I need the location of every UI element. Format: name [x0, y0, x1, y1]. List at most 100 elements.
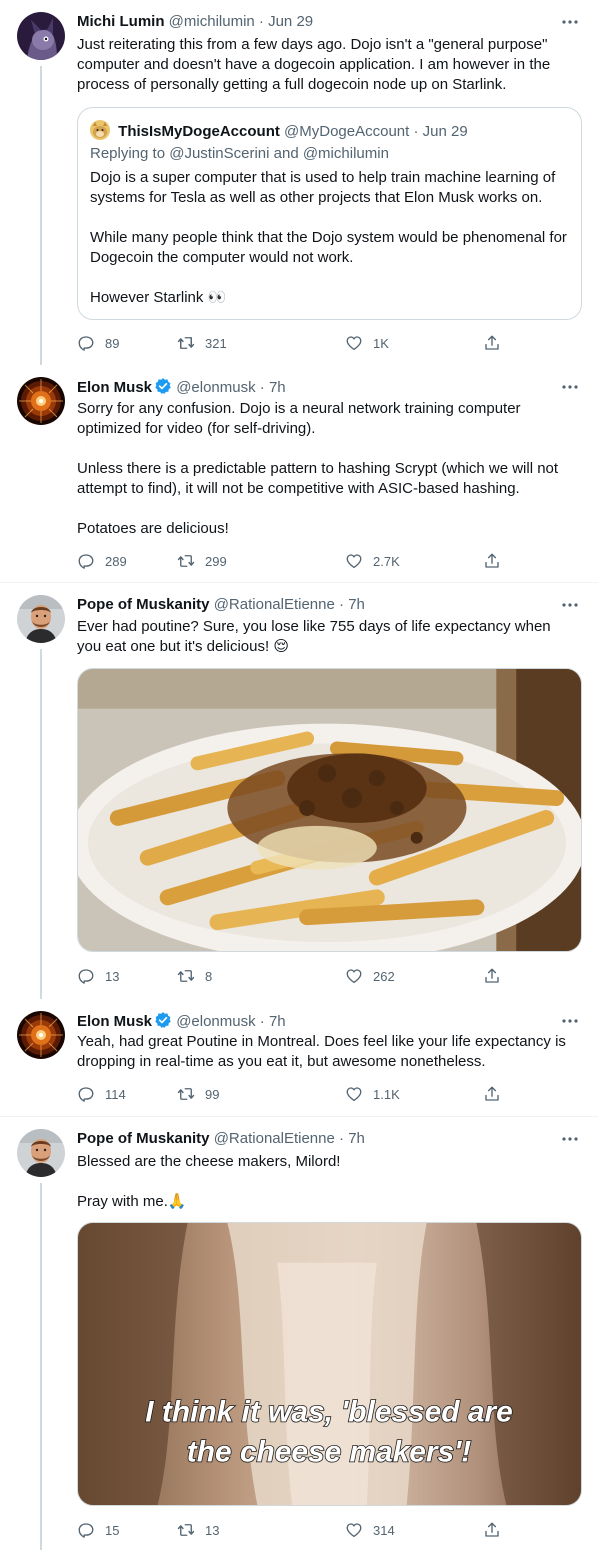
display-name[interactable]: Elon Musk: [77, 1013, 152, 1030]
like-button[interactable]: 2.7K: [345, 551, 400, 571]
timestamp[interactable]: 7h: [269, 379, 286, 396]
tweet-paragraph: Potatoes are delicious!: [77, 520, 229, 537]
retweet-button[interactable]: 321: [177, 333, 227, 353]
gif-caption-line-2: the cheese makers'!: [187, 1435, 472, 1468]
tweet-paragraph: Sorry for any confusion. Dojo is a neura…: [77, 400, 521, 437]
reply-count: 15: [105, 1522, 120, 1538]
separator-dot: ·: [259, 379, 265, 396]
tweet-header: Pope of Muskanity @RationalEtienne · 7h: [77, 595, 558, 615]
retweet-icon: [177, 552, 195, 570]
timestamp[interactable]: 7h: [348, 596, 365, 613]
reply-count: 289: [105, 553, 127, 569]
tweet-pope-of-muskanity-1[interactable]: Pope of Muskanity @RationalEtienne · 7h …: [0, 583, 598, 999]
display-name[interactable]: Elon Musk: [77, 379, 152, 396]
tweet-header: Elon Musk @elonmusk · 7h: [77, 377, 558, 397]
quoted-paragraph: Dojo is a super computer that is used to…: [90, 169, 556, 206]
avatar[interactable]: [17, 377, 65, 425]
avatar[interactable]: [17, 12, 65, 60]
tweet-paragraph: Pray with me.🙏: [77, 1193, 187, 1210]
more-options-icon[interactable]: [559, 1011, 581, 1031]
tweet-text: Ever had poutine? Sure, you lose like 75…: [77, 617, 577, 657]
like-count: 262: [373, 968, 395, 984]
reply-button[interactable]: 289: [77, 551, 127, 571]
tweet-paragraph: Just reiterating this from a few days ag…: [77, 36, 551, 93]
quoted-tweet-text: Dojo is a super computer that is used to…: [90, 168, 570, 308]
thread-line: [40, 649, 42, 999]
share-button[interactable]: [483, 966, 501, 986]
more-options-icon[interactable]: [559, 1129, 581, 1149]
tweet-elon-musk-2[interactable]: Elon Musk @elonmusk · 7h Yeah, had great…: [0, 999, 598, 1117]
share-button[interactable]: [483, 333, 501, 353]
display-name[interactable]: Pope of Muskanity: [77, 1130, 210, 1147]
tweet-pope-of-muskanity-2[interactable]: Pope of Muskanity @RationalEtienne · 7h …: [0, 1117, 598, 1550]
retweet-count: 321: [205, 335, 227, 351]
avatar[interactable]: [17, 595, 65, 643]
share-button[interactable]: [483, 551, 501, 571]
like-button[interactable]: 1K: [345, 333, 389, 353]
timestamp[interactable]: Jun 29: [268, 13, 313, 30]
retweet-icon: [177, 334, 195, 352]
reply-button[interactable]: 15: [77, 1520, 119, 1540]
verified-badge-icon: [154, 377, 172, 395]
user-handle[interactable]: @RationalEtienne: [214, 1130, 335, 1147]
tweet-actions: 114 99 1.1K: [77, 1084, 507, 1104]
more-options-icon[interactable]: [559, 12, 581, 32]
like-button[interactable]: 1.1K: [345, 1084, 400, 1104]
like-button[interactable]: 314: [345, 1520, 395, 1540]
tweet-actions: 289 299 2.7K: [77, 551, 507, 571]
display-name[interactable]: Pope of Muskanity: [77, 596, 210, 613]
quoted-display-name[interactable]: ThisIsMyDogeAccount: [118, 123, 280, 140]
share-icon: [483, 967, 501, 985]
reply-icon: [77, 967, 95, 985]
poutine-photo[interactable]: [77, 668, 582, 952]
quoted-tweet-header: ThisIsMyDogeAccount @MyDogeAccount · Jun…: [90, 120, 468, 140]
quoted-user-handle[interactable]: @MyDogeAccount: [284, 123, 409, 140]
separator-dot: ·: [258, 13, 264, 30]
share-icon: [483, 552, 501, 570]
tweet-actions: 15 13 314: [77, 1520, 507, 1540]
more-options-icon[interactable]: [559, 595, 581, 615]
tweet-elon-musk-1[interactable]: Elon Musk @elonmusk · 7h Sorry for any c…: [0, 365, 598, 583]
tweet-michi-lumin[interactable]: Michi Lumin @michilumin · Jun 29 Just re…: [0, 0, 598, 365]
retweet-button[interactable]: 13: [177, 1520, 219, 1540]
retweet-count: 299: [205, 553, 227, 569]
tweet-paragraph: Blessed are the cheese makers, Milord!: [77, 1153, 341, 1170]
avatar[interactable]: [17, 1011, 65, 1059]
reply-button[interactable]: 13: [77, 966, 119, 986]
user-handle[interactable]: @michilumin: [169, 13, 255, 30]
user-handle[interactable]: @elonmusk: [176, 379, 255, 396]
display-name[interactable]: Michi Lumin: [77, 13, 165, 30]
quoted-timestamp[interactable]: Jun 29: [423, 123, 468, 140]
cheese-makers-gif[interactable]: I think it was, 'blessed are the cheese …: [77, 1222, 582, 1506]
more-options-icon[interactable]: [559, 377, 581, 397]
timestamp[interactable]: 7h: [269, 1013, 286, 1030]
retweet-button[interactable]: 299: [177, 551, 227, 571]
like-button[interactable]: 262: [345, 966, 395, 986]
tweet-header: Elon Musk @elonmusk · 7h: [77, 1011, 558, 1031]
retweet-button[interactable]: 8: [177, 966, 212, 986]
quoted-avatar: [90, 120, 110, 140]
reply-count: 114: [105, 1086, 126, 1102]
timestamp[interactable]: 7h: [348, 1130, 365, 1147]
share-icon: [483, 1085, 501, 1103]
verified-badge-icon: [154, 1011, 172, 1029]
user-handle[interactable]: @elonmusk: [176, 1013, 255, 1030]
share-button[interactable]: [483, 1520, 501, 1540]
avatar[interactable]: [17, 1129, 65, 1177]
reply-icon: [77, 1521, 95, 1539]
tweet-text: Just reiterating this from a few days ag…: [77, 35, 567, 95]
reply-icon: [77, 1085, 95, 1103]
user-handle[interactable]: @RationalEtienne: [214, 596, 335, 613]
share-button[interactable]: [483, 1084, 501, 1104]
quoted-tweet[interactable]: ThisIsMyDogeAccount @MyDogeAccount · Jun…: [77, 107, 582, 320]
tweet-text: Sorry for any confusion. Dojo is a neura…: [77, 399, 577, 539]
reply-count: 13: [105, 968, 120, 984]
heart-icon: [345, 552, 363, 570]
tweet-header: Pope of Muskanity @RationalEtienne · 7h: [77, 1129, 558, 1149]
share-icon: [483, 1521, 501, 1539]
retweet-icon: [177, 1085, 195, 1103]
reply-button[interactable]: 89: [77, 333, 119, 353]
heart-icon: [345, 334, 363, 352]
reply-button[interactable]: 114: [77, 1084, 126, 1104]
retweet-button[interactable]: 99: [177, 1084, 219, 1104]
